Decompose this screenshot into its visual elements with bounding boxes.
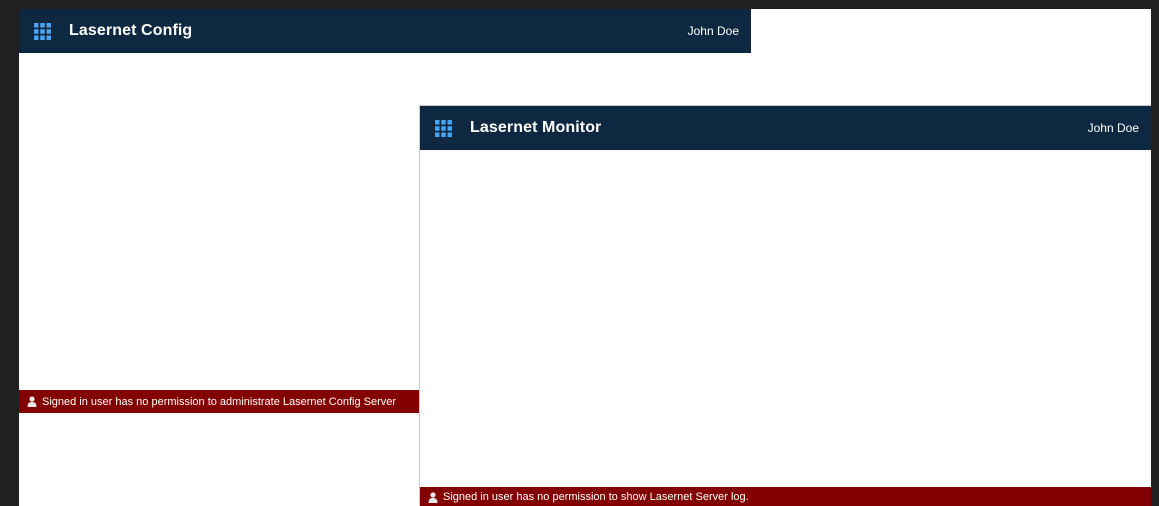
error-message: Signed in user has no permission to show… [443, 491, 749, 503]
person-icon [26, 396, 37, 407]
background-panel [751, 9, 1151, 105]
permission-error-bar: Signed in user has no permission to show… [420, 487, 1151, 506]
app-launcher-icon[interactable] [32, 21, 52, 41]
app-title: Lasernet Config [69, 22, 193, 39]
user-name[interactable]: John Doe [1088, 121, 1139, 135]
monitor-window: Lasernet Monitor John Doe Signed in user… [419, 105, 1151, 506]
person-icon [427, 491, 438, 503]
error-message: Signed in user has no permission to admi… [42, 395, 397, 408]
app-title: Lasernet Monitor [470, 119, 602, 136]
app-launcher-icon[interactable] [433, 118, 453, 138]
user-name[interactable]: John Doe [688, 24, 739, 38]
monitor-header: Lasernet Monitor John Doe [420, 106, 1151, 150]
config-header: Lasernet Config John Doe [19, 9, 751, 53]
permission-error-bar: Signed in user has no permission to admi… [19, 390, 419, 413]
